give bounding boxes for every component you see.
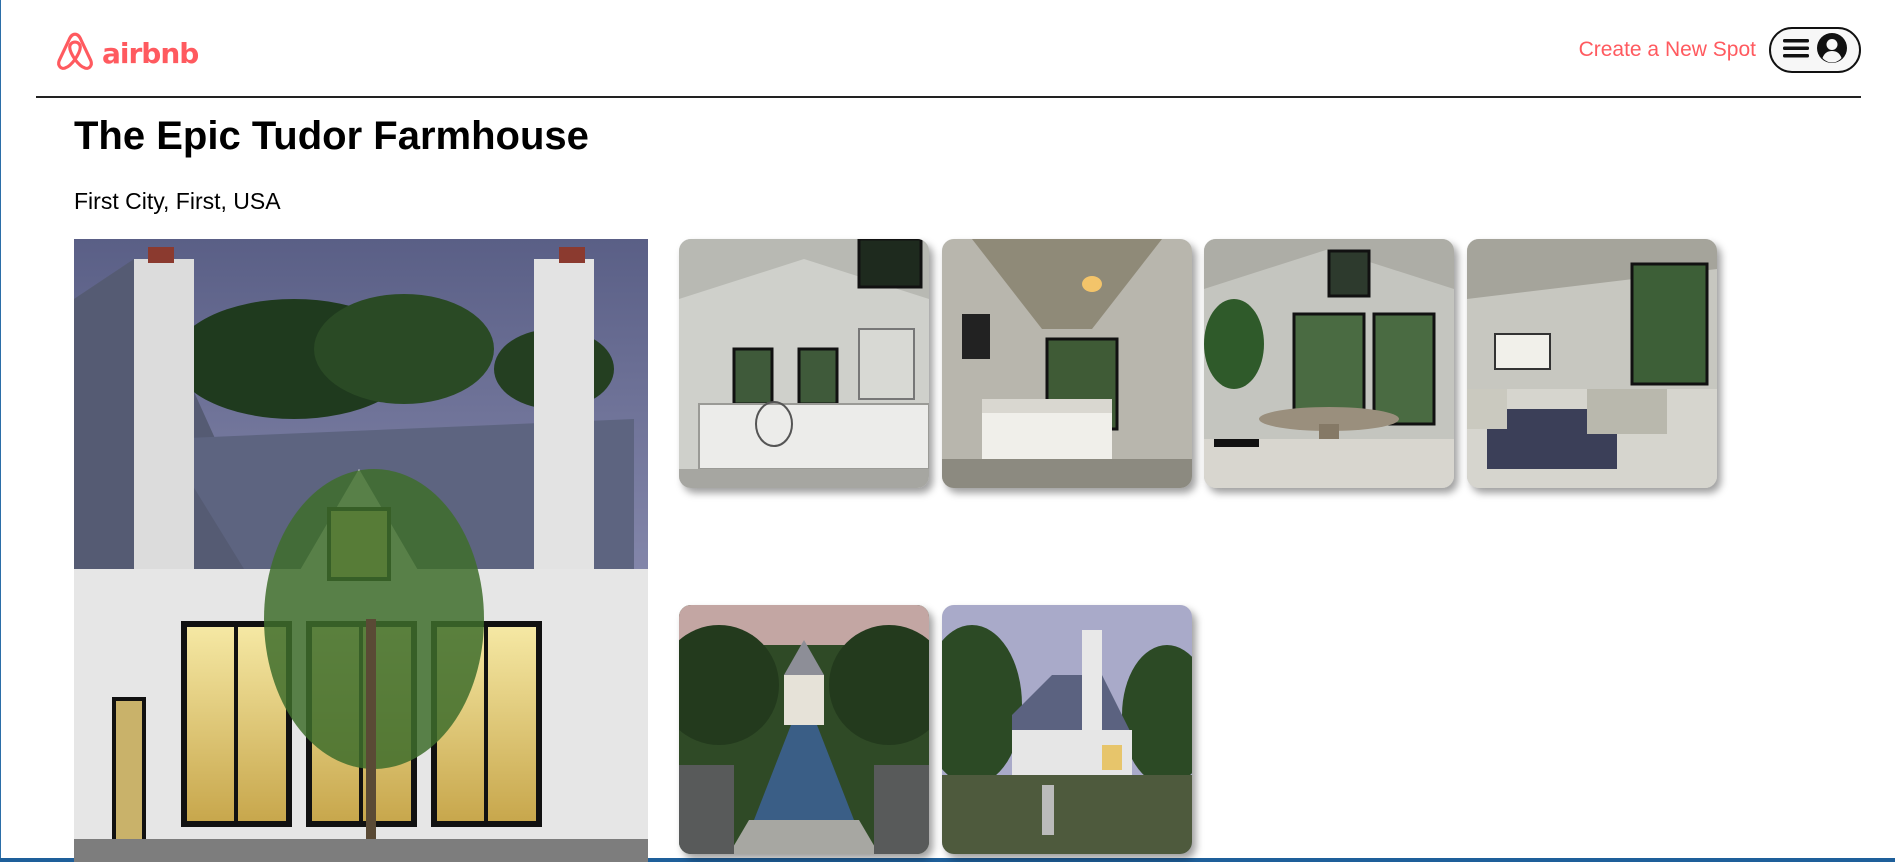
hamburger-icon bbox=[1782, 36, 1810, 65]
spot-title: The Epic Tudor Farmhouse bbox=[74, 114, 589, 158]
window-border-left bbox=[0, 0, 1, 862]
spot-image-thumbnail-5[interactable] bbox=[679, 605, 929, 854]
logo-text: airbnb bbox=[102, 37, 199, 70]
user-circle-icon bbox=[1816, 32, 1848, 69]
create-new-spot-link[interactable]: Create a New Spot bbox=[1579, 38, 1756, 62]
spot-image-thumbnail-3[interactable] bbox=[1204, 239, 1454, 488]
spot-image-thumbnail-6[interactable] bbox=[942, 605, 1192, 854]
main-spot-image bbox=[74, 239, 648, 862]
spot-image-thumbnail-4[interactable] bbox=[1467, 239, 1717, 488]
airbnb-logo-icon bbox=[54, 30, 96, 77]
spot-image-thumbnail-2[interactable] bbox=[942, 239, 1192, 488]
spot-location: First City, First, USA bbox=[74, 188, 281, 214]
spot-image-thumbnail-1[interactable] bbox=[679, 239, 929, 488]
profile-menu-button[interactable] bbox=[1769, 27, 1861, 73]
home-logo-link[interactable]: airbnb bbox=[54, 30, 199, 77]
site-header: airbnb Create a New Spot bbox=[36, 0, 1861, 98]
